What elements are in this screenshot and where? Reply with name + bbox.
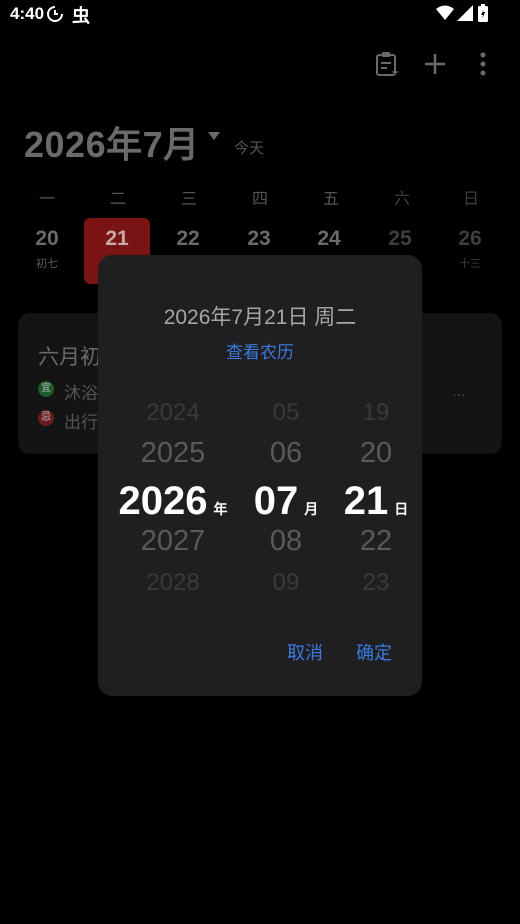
day-number: 20 xyxy=(35,227,59,250)
day-value: 21 xyxy=(343,479,389,523)
day-number: 24 xyxy=(317,227,341,250)
wheel-item[interactable]: 09 xyxy=(244,569,328,597)
wheel-item[interactable]: 06 xyxy=(244,437,328,470)
day-lunar: 十三 xyxy=(459,258,481,270)
month-unit: 月 xyxy=(304,501,319,517)
caret-down-icon[interactable] xyxy=(208,132,220,140)
confirm-button[interactable]: 确定 xyxy=(356,639,392,665)
wheel-item-selected[interactable]: 2026 年 xyxy=(108,479,238,524)
day-number: 22 xyxy=(176,227,200,250)
day-number: 23 xyxy=(247,227,271,250)
wheel-item[interactable]: 22 xyxy=(338,525,414,558)
year-unit: 年 xyxy=(213,501,228,517)
add-icon[interactable] xyxy=(421,50,449,78)
day-lunar: 初七 xyxy=(36,258,58,270)
wheel-item-selected[interactable]: 07 月 xyxy=(244,479,328,524)
cancel-button[interactable]: 取消 xyxy=(287,639,323,665)
date-picker-dialog: 2026年7月21日 周二 查看农历 2024 2025 2026 年 2027 … xyxy=(98,255,422,696)
weekday-label: 三 xyxy=(180,191,197,208)
day-number: 21 xyxy=(105,227,129,250)
ji-text: 出行 xyxy=(64,413,98,432)
yi-text: 沐浴 xyxy=(64,384,98,403)
almanac-title: 六月初 xyxy=(38,346,101,369)
dialog-title: 2026年7月21日 周二 xyxy=(163,306,357,329)
wheel-item[interactable]: 23 xyxy=(338,569,414,597)
day-wheel[interactable]: 19 20 21 日 22 23 xyxy=(338,395,414,605)
view-lunar-link[interactable]: 查看农历 xyxy=(98,338,422,363)
wheel-item[interactable]: 2028 xyxy=(108,569,238,597)
note-icon[interactable] xyxy=(373,50,401,78)
year-value: 2026 xyxy=(118,479,208,523)
day-unit: 日 xyxy=(394,501,409,517)
ji-icon: 忌 xyxy=(38,410,54,426)
year-wheel[interactable]: 2024 2025 2026 年 2027 2028 xyxy=(108,395,238,605)
wheel-item[interactable]: 2024 xyxy=(108,399,238,427)
wheel-item[interactable]: 08 xyxy=(244,525,328,558)
wheel-item[interactable]: 05 xyxy=(244,399,328,427)
month-value: 07 xyxy=(253,479,299,523)
weekday-label: 四 xyxy=(251,191,268,208)
weekday-label: 五 xyxy=(322,191,339,208)
weekday-label: 六 xyxy=(393,191,410,208)
month-title[interactable]: 2026年7月 xyxy=(24,116,200,168)
month-wheel[interactable]: 05 06 07 月 08 09 xyxy=(244,395,328,605)
weekday-label: 日 xyxy=(462,191,479,208)
yi-icon: 宜 xyxy=(38,381,54,397)
day-number: 25 xyxy=(388,227,412,250)
weekday-label: 二 xyxy=(109,191,126,208)
wheel-item[interactable]: 2025 xyxy=(108,437,238,470)
wheel-item[interactable]: 19 xyxy=(338,399,414,427)
more-ellipsis: … xyxy=(452,383,466,399)
wheel-item[interactable]: 20 xyxy=(338,437,414,470)
today-button[interactable]: 今天 xyxy=(234,137,264,158)
wheel-item-selected[interactable]: 21 日 xyxy=(338,479,414,524)
day-number: 26 xyxy=(458,227,482,250)
weekday-label: 一 xyxy=(38,191,55,208)
more-icon[interactable] xyxy=(469,50,497,78)
wheel-item[interactable]: 2027 xyxy=(108,525,238,558)
day-cell[interactable]: 26 十三 xyxy=(437,218,503,284)
day-cell[interactable]: 20 初七 xyxy=(14,218,80,284)
